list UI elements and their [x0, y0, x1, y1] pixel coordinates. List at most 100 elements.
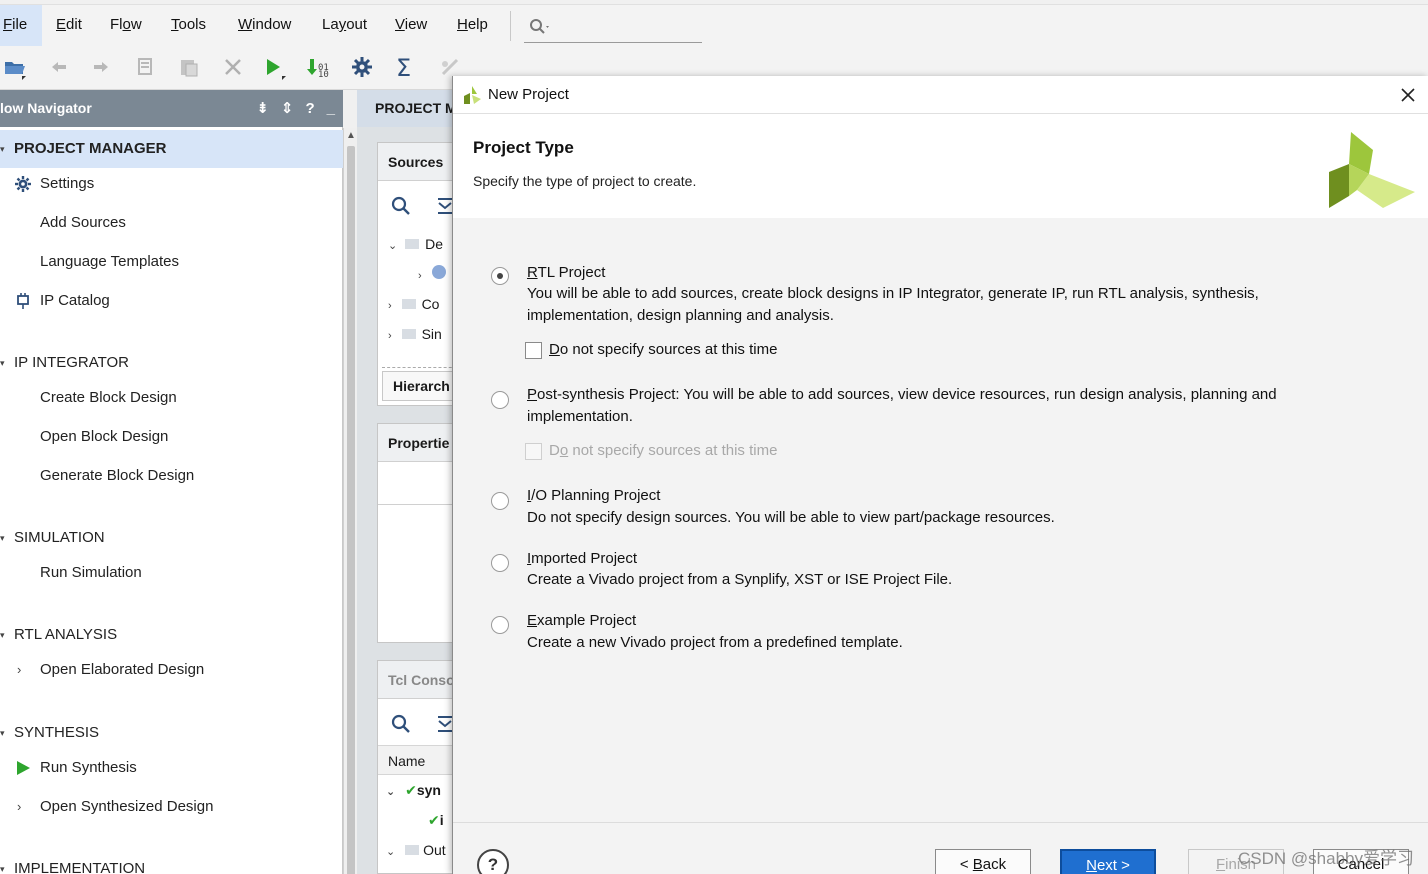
- close-icon[interactable]: [1397, 84, 1419, 106]
- example-project-radio[interactable]: [491, 616, 509, 634]
- chevron-right-icon[interactable]: ›: [17, 651, 21, 689]
- nav-item-language-templates[interactable]: Language Templates: [0, 243, 343, 281]
- scrollbar-thumb[interactable]: [347, 146, 355, 874]
- rtl-project-description: You will be able to add sources, create …: [527, 285, 1259, 324]
- menu-separator: [510, 11, 511, 41]
- dialog-header: Project Type Specify the type of project…: [453, 114, 1428, 218]
- undo-icon[interactable]: [46, 54, 72, 80]
- nav-item-ip-catalog[interactable]: IP Catalog: [0, 282, 343, 320]
- menu-view[interactable]: View: [395, 5, 427, 47]
- search-icon[interactable]: [390, 195, 412, 217]
- nav-item-add-sources[interactable]: Add Sources: [0, 204, 343, 242]
- chevron-down-icon[interactable]: ⌄: [386, 846, 395, 858]
- flow-navigator-header: low Navigator ⇟ ⇕ ? _: [0, 90, 343, 127]
- vivado-logo-icon: [464, 86, 481, 104]
- chevron-right-icon[interactable]: ›: [418, 270, 422, 282]
- tab-hierarchy[interactable]: Hierarch: [382, 371, 456, 401]
- expand-caret-icon[interactable]: ▾: [0, 344, 5, 382]
- section-rtl-analysis[interactable]: ▾ RTL ANALYSIS: [0, 616, 343, 654]
- post-synthesis-no-sources-checkbox[interactable]: [525, 443, 542, 460]
- tree-row-simulation-sources[interactable]: › Sin: [388, 319, 442, 349]
- io-planning-radio[interactable]: [491, 492, 509, 510]
- section-project-manager[interactable]: ▾ PROJECT MANAGER: [0, 130, 343, 168]
- chevron-down-icon[interactable]: ⌄: [386, 786, 395, 798]
- section-implementation[interactable]: ▾ IMPLEMENTATION: [0, 850, 343, 874]
- chevron-right-icon[interactable]: ›: [388, 300, 392, 312]
- gear-icon[interactable]: [349, 54, 375, 80]
- help-icon[interactable]: ?: [305, 90, 314, 127]
- run-icon[interactable]: [260, 54, 286, 80]
- sources-title: Sources: [378, 143, 456, 181]
- run-row-synth[interactable]: ⌄ ✔syn: [386, 775, 441, 805]
- flow-navigator-title: low Navigator: [0, 100, 92, 116]
- navigator-scrollbar[interactable]: ▲: [343, 128, 357, 874]
- io-planning-description: Do not specify design sources. You will …: [527, 509, 1055, 526]
- search-icon: [530, 19, 549, 34]
- expand-caret-icon[interactable]: ▾: [0, 519, 5, 557]
- redo-icon[interactable]: [88, 54, 114, 80]
- open-project-icon[interactable]: [2, 54, 28, 80]
- expand-caret-icon[interactable]: ▾: [0, 850, 5, 874]
- menu-bar: File Edit Flow Tools Window Layout View …: [0, 4, 1428, 47]
- next-button[interactable]: Next >: [1060, 849, 1156, 874]
- run-row-out[interactable]: ⌄ Out: [386, 835, 446, 865]
- post-synthesis-radio[interactable]: [491, 391, 509, 409]
- post-synthesis-no-sources-label: Do not specify sources at this time: [549, 442, 778, 459]
- dialog-titlebar: New Project: [453, 76, 1428, 114]
- nav-item-run-simulation[interactable]: Run Simulation: [0, 554, 343, 592]
- column-header-name[interactable]: Name: [378, 745, 456, 775]
- program-device-icon[interactable]: 01 10: [305, 54, 331, 80]
- section-ip-integrator[interactable]: ▾ IP INTEGRATOR: [0, 344, 343, 382]
- section-simulation[interactable]: ▾ SIMULATION: [0, 519, 343, 557]
- run-row-impl[interactable]: ✔i: [428, 805, 444, 835]
- example-project-description: Create a new Vivado project from a prede…: [527, 634, 903, 651]
- expand-collapse-icon[interactable]: ⇕: [281, 90, 294, 127]
- rtl-project-radio[interactable]: [491, 267, 509, 285]
- sigma-icon[interactable]: Σ: [393, 54, 419, 80]
- nav-item-open-block-design[interactable]: Open Block Design: [0, 418, 343, 456]
- tree-row-constraints[interactable]: › Co: [388, 289, 439, 319]
- nav-item-open-synthesized-design[interactable]: › Open Synthesized Design: [0, 788, 343, 826]
- nav-item-open-elaborated-design[interactable]: › Open Elaborated Design: [0, 651, 343, 689]
- scroll-up-icon[interactable]: ▲: [346, 130, 356, 141]
- minimize-icon[interactable]: _: [327, 90, 335, 127]
- imported-project-radio[interactable]: [491, 554, 509, 572]
- nav-item-run-synthesis[interactable]: Run Synthesis: [0, 749, 343, 787]
- verilog-file-icon: [431, 265, 446, 279]
- chevron-down-icon[interactable]: ⌄: [388, 240, 397, 252]
- search-icon[interactable]: [390, 713, 412, 735]
- menu-edit[interactable]: Edit: [56, 5, 82, 47]
- nav-item-generate-block-design[interactable]: Generate Block Design: [0, 457, 343, 495]
- nav-item-create-block-design[interactable]: Create Block Design: [0, 379, 343, 417]
- tree-row-verilog-file[interactable]: ›: [418, 259, 446, 289]
- chevron-right-icon[interactable]: ›: [388, 330, 392, 342]
- tree-row-design-sources[interactable]: ⌄ De: [388, 229, 443, 259]
- divider: [382, 367, 456, 368]
- new-project-dialog: New Project Project Type Specify the typ…: [452, 76, 1428, 874]
- quick-access-search[interactable]: [524, 13, 702, 43]
- menu-tools[interactable]: Tools: [171, 5, 206, 47]
- menu-flow[interactable]: Flow: [110, 5, 142, 47]
- back-button[interactable]: < Back: [935, 849, 1031, 874]
- expand-caret-icon[interactable]: ▾: [0, 616, 5, 654]
- menu-window[interactable]: Window: [238, 5, 291, 47]
- divider: [378, 504, 456, 505]
- menu-help[interactable]: Help: [457, 5, 488, 47]
- menu-layout[interactable]: Layout: [322, 5, 367, 47]
- io-planning-label: I/O Planning Project: [527, 487, 661, 504]
- rtl-no-sources-checkbox[interactable]: [525, 342, 542, 359]
- copy-icon[interactable]: [132, 54, 158, 80]
- chevron-right-icon[interactable]: ›: [17, 788, 21, 826]
- folder-icon: [401, 299, 416, 309]
- collapse-all-icon[interactable]: ⇟: [256, 90, 269, 127]
- nav-item-settings[interactable]: Settings: [0, 165, 343, 203]
- paste-icon[interactable]: [176, 54, 202, 80]
- menu-file[interactable]: File: [0, 5, 42, 47]
- example-project-label: Example Project: [527, 612, 637, 629]
- delete-icon[interactable]: [220, 54, 246, 80]
- help-button[interactable]: ?: [477, 849, 509, 874]
- expand-caret-icon[interactable]: ▾: [0, 130, 5, 168]
- section-synthesis[interactable]: ▾ SYNTHESIS: [0, 714, 343, 752]
- expand-caret-icon[interactable]: ▾: [0, 714, 5, 752]
- checkmark-icon: ✔: [428, 812, 440, 828]
